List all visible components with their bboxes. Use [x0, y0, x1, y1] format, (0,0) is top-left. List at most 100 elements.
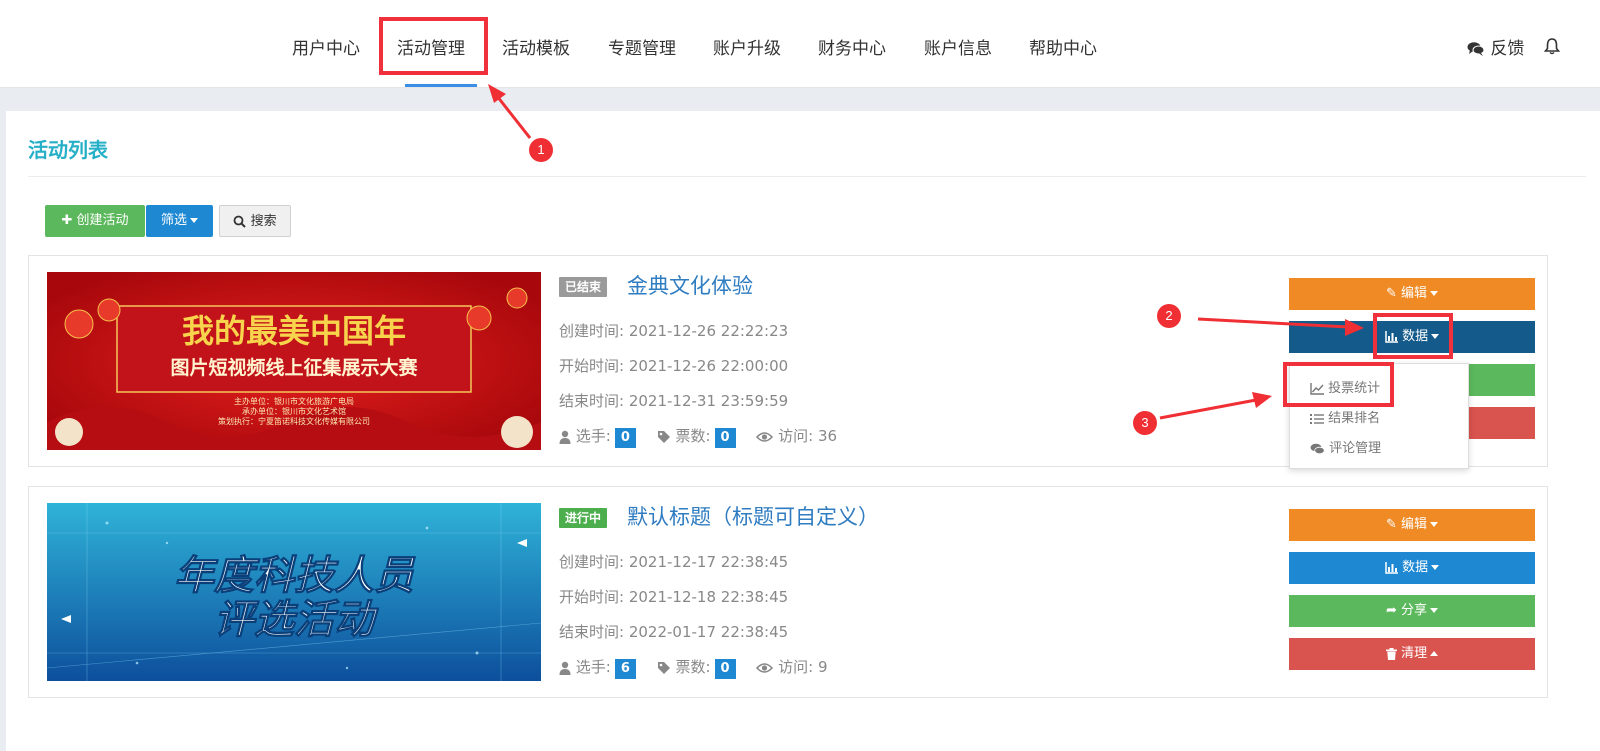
start-time-value: 2021-12-26 22:00:00 [628, 357, 789, 375]
share-dropdown-button[interactable]: ➦ 分享 [1289, 595, 1535, 627]
end-time-label: 结束时间: [559, 392, 625, 410]
nav-item-activity-templates[interactable]: 活动模板 [502, 34, 570, 59]
eye-icon [756, 431, 774, 442]
edit-dropdown-button[interactable]: ✎ 编辑 [1289, 509, 1535, 541]
edit-icon: ✎ [1385, 286, 1397, 301]
votes-label: 票数: [675, 427, 711, 445]
eye-icon [756, 662, 774, 673]
search-button[interactable]: 搜索 [219, 205, 291, 237]
data-label: 数据 [1402, 560, 1429, 575]
comments-icon [1467, 42, 1485, 56]
votes-count: 0 [714, 659, 736, 679]
players-label: 选手: [575, 427, 611, 445]
menu-item-result-ranking[interactable]: 结果排名 [1310, 407, 1380, 426]
edit-dropdown-button[interactable]: ✎ 编辑 [1289, 278, 1535, 310]
create-activity-button[interactable]: ✚ 创建活动 [45, 205, 145, 237]
page-title: 活动列表 [28, 138, 108, 162]
caret-down-icon [1431, 565, 1440, 570]
created-time-row: 创建时间: 2021-12-17 22:38:45 [559, 551, 788, 572]
visits-count: 36 [817, 427, 838, 445]
edit-label: 编辑 [1401, 517, 1428, 532]
edit-icon: ✎ [1385, 517, 1397, 532]
activity-stats-row: 选手: 6 票数: 0 访问: 9 [559, 656, 828, 679]
votes-count: 0 [714, 428, 736, 448]
menu-item-comment-management[interactable]: 评论管理 [1310, 437, 1381, 456]
caret-down-icon [190, 218, 198, 223]
nav-item-help-center[interactable]: 帮助中心 [1029, 34, 1097, 59]
highlight-box-nav [379, 17, 488, 75]
created-time-label: 创建时间: [559, 553, 625, 571]
visits-count: 9 [817, 658, 828, 676]
list-ol-icon [1310, 413, 1324, 424]
banner-subtitle-text: 图片短视频线上征集展示大赛 [170, 356, 418, 379]
nav-item-topic-management[interactable]: 专题管理 [608, 34, 676, 59]
plus-icon: ✚ [61, 213, 73, 228]
end-time-value: 2022-01-17 22:38:45 [628, 623, 789, 641]
highlight-box-data-button [1373, 313, 1453, 359]
top-navigation: 用户中心 活动管理 活动模板 专题管理 账户升级 财务中心 账户信息 帮助中心 … [0, 0, 1600, 88]
annotation-badge-2: 2 [1157, 304, 1181, 328]
search-label: 搜索 [250, 214, 277, 229]
banner-subtitle-text: 评选活动 [214, 597, 379, 643]
activity-banner-image[interactable]: 我的最美中国年 图片短视频线上征集展示大赛 主办单位：银川市文化旅游广电局 承办… [47, 272, 541, 450]
activity-stats-row: 选手: 0 票数: 0 访问: 36 [559, 425, 837, 448]
feedback-label: 反馈 [1490, 39, 1525, 59]
bar-chart-icon [1385, 561, 1398, 574]
end-time-row: 结束时间: 2022-01-17 22:38:45 [559, 621, 788, 642]
edit-label: 编辑 [1401, 286, 1428, 301]
banner-executor-text: 策划执行：宁夏笛诺科技文化传媒有限公司 [218, 416, 370, 426]
menu-item-label: 结果排名 [1328, 411, 1381, 426]
annotation-badge-1: 1 [529, 138, 553, 162]
activity-title-link[interactable]: 默认标题（标题可自定义） [627, 501, 879, 531]
banner-host-text: 主办单位：银川市文化旅游广电局 [234, 396, 354, 406]
players-count: 0 [614, 428, 636, 448]
nav-item-finance-center[interactable]: 财务中心 [818, 34, 886, 59]
highlight-box-vote-statistics [1283, 362, 1394, 407]
filter-dropdown-button[interactable]: 筛选 [146, 205, 213, 237]
user-icon [559, 430, 571, 444]
caret-down-icon [1430, 608, 1439, 613]
created-time-value: 2021-12-17 22:38:45 [628, 553, 789, 571]
tag-icon [657, 430, 670, 443]
created-time-row: 创建时间: 2021-12-26 22:22:23 [559, 320, 788, 341]
status-badge: 已结束 [559, 277, 608, 297]
caret-down-icon [1430, 291, 1439, 296]
data-dropdown-button[interactable]: 数据 [1289, 552, 1535, 584]
caret-up-icon [1430, 651, 1439, 656]
user-icon [559, 661, 571, 675]
banner-organizer-text: 承办单位：银川市文化艺术馆 [242, 406, 346, 416]
clear-dropdown-button[interactable]: 清理 [1289, 638, 1535, 670]
visits-label: 访问: [778, 658, 814, 676]
feedback-link[interactable]: 反馈 [1467, 34, 1524, 59]
create-activity-label: 创建活动 [76, 213, 129, 228]
visits-label: 访问: [778, 427, 814, 445]
share-icon: ➦ [1385, 603, 1397, 618]
search-icon [234, 215, 247, 228]
share-label: 分享 [1401, 603, 1428, 618]
trash-icon [1385, 647, 1397, 660]
start-time-value: 2021-12-18 22:38:45 [628, 588, 789, 606]
bell-icon[interactable] [1543, 37, 1561, 55]
nav-item-account-upgrade[interactable]: 账户升级 [713, 34, 781, 59]
menu-item-label: 评论管理 [1329, 441, 1382, 456]
nav-item-account-info[interactable]: 账户信息 [924, 34, 992, 59]
filter-label: 筛选 [160, 213, 187, 228]
nav-item-user-center[interactable]: 用户中心 [292, 34, 360, 59]
activity-card: 年度科技人员 评选活动 进行中 默认标题（标题可自定义） 创建时间: 2021-… [28, 486, 1548, 698]
players-count: 6 [614, 659, 636, 679]
annotation-badge-3: 3 [1133, 411, 1157, 435]
active-nav-underline [405, 84, 477, 87]
activity-title-link[interactable]: 金典文化体验 [627, 270, 753, 300]
start-time-row: 开始时间: 2021-12-26 22:00:00 [559, 355, 788, 376]
votes-label: 票数: [675, 658, 711, 676]
end-time-row: 结束时间: 2021-12-31 23:59:59 [559, 390, 788, 411]
players-label: 选手: [575, 658, 611, 676]
caret-down-icon [1430, 522, 1439, 527]
activity-banner-image[interactable]: 年度科技人员 评选活动 [47, 503, 541, 681]
title-divider [28, 176, 1586, 177]
banner-title-text: 我的最美中国年 [182, 312, 406, 350]
comments-icon [1310, 443, 1325, 454]
created-time-value: 2021-12-26 22:22:23 [628, 322, 789, 340]
tag-icon [657, 661, 670, 674]
status-badge: 进行中 [559, 508, 608, 528]
